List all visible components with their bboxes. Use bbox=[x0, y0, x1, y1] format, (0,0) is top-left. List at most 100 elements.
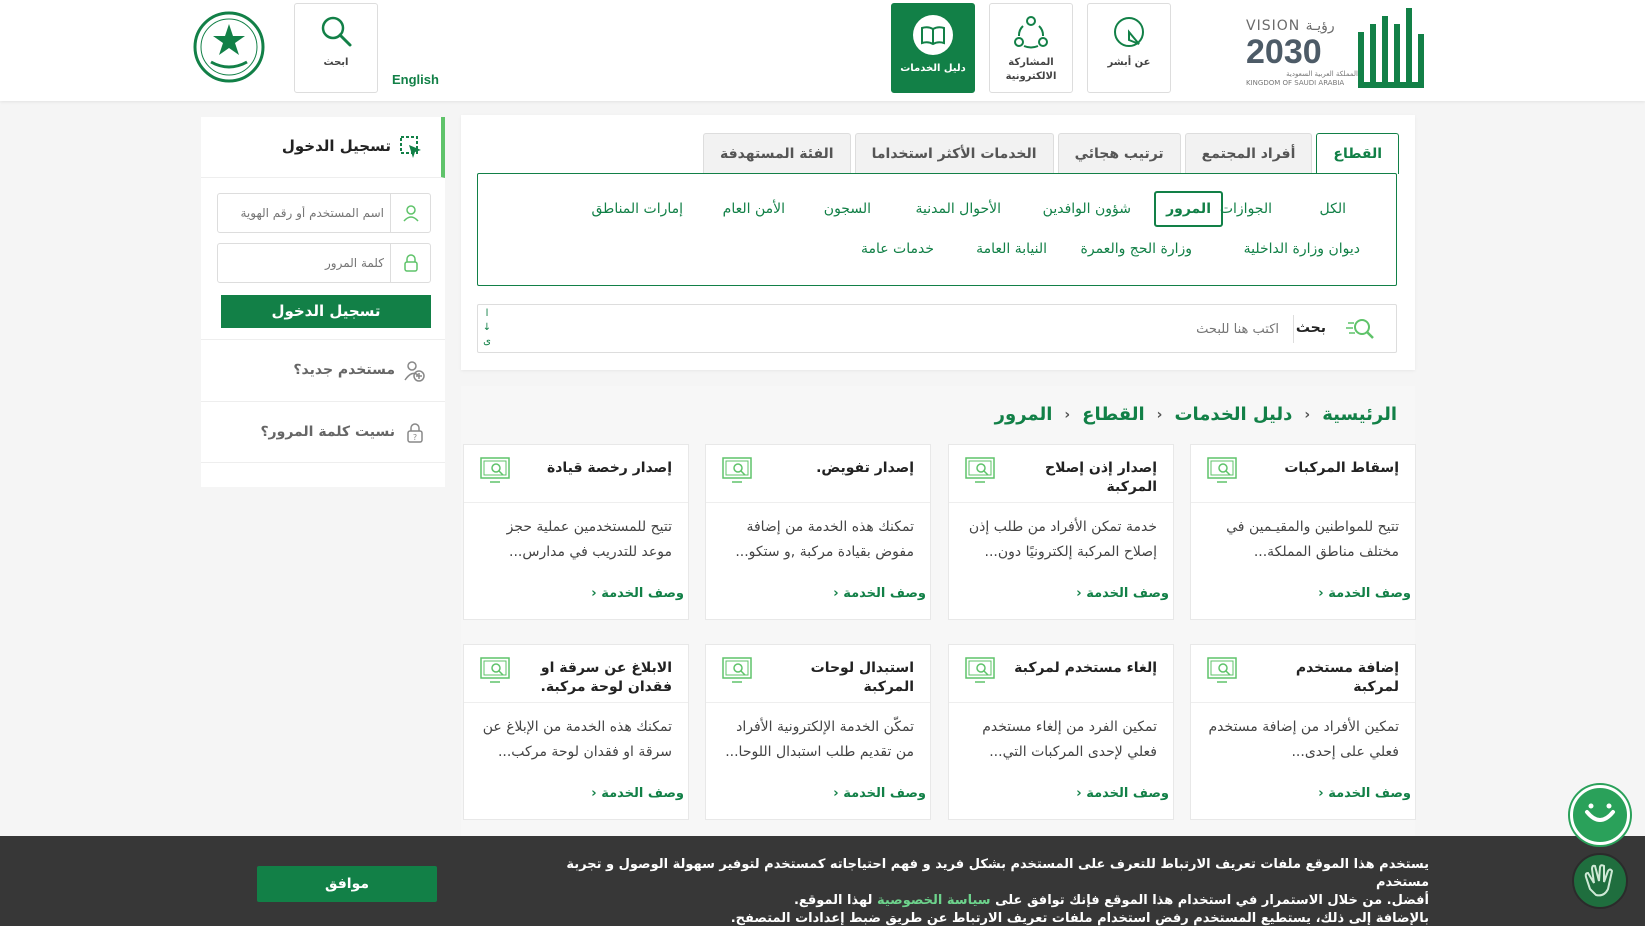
breadcrumb-home[interactable]: الرئيسية bbox=[1322, 404, 1397, 425]
absher-logo-icon[interactable] bbox=[1354, 4, 1429, 92]
service-description: تمكنك هذه الخدمة من إضافة مفوض بقيادة مر… bbox=[735, 519, 914, 560]
search-icon bbox=[1346, 319, 1374, 339]
tab-sector[interactable]: القطاع bbox=[1316, 133, 1399, 174]
sector-prosecution[interactable]: النيابة العامة bbox=[966, 231, 1057, 267]
nav-e-participation[interactable]: المشاركة الالكترونية bbox=[989, 3, 1073, 93]
add-user-icon bbox=[404, 361, 425, 382]
service-card[interactable]: استبدال لوحات المركبة تمكّن الخدمة الإلكت… bbox=[705, 644, 931, 820]
sector-prisons[interactable]: السجون bbox=[814, 191, 881, 227]
service-title: إصدار تفويض. bbox=[816, 460, 914, 476]
cookie-agree-button[interactable]: موافق bbox=[257, 866, 437, 902]
privacy-policy-link[interactable]: سياسة الخصوصية bbox=[877, 893, 991, 908]
service-details-link[interactable]: وصف الخدمة ‹ bbox=[1318, 586, 1411, 601]
username-input[interactable] bbox=[220, 194, 388, 232]
e-participation-icon bbox=[1014, 16, 1048, 49]
header: VISION رؤيـة 2030 المملكة العربية السعود… bbox=[0, 0, 1645, 101]
service-monitor-icon bbox=[965, 657, 995, 683]
password-field bbox=[217, 243, 431, 283]
nav-services-guide[interactable]: دليل الخدمات bbox=[891, 3, 975, 93]
service-description: تمكّن الخدمة الإلكترونية الأفراد من تقدي… bbox=[725, 719, 914, 760]
virtual-keyboard-toggle[interactable]: ا ↓ ى bbox=[482, 307, 492, 349]
service-card[interactable]: إلغاء مستخدم لمركبة تمكين الفرد من إلغاء … bbox=[948, 644, 1174, 820]
chatbot-face-icon bbox=[1585, 803, 1615, 822]
search-icon bbox=[321, 16, 352, 47]
sign-language-hand-icon bbox=[1584, 864, 1614, 897]
service-title: إسقاط المركبات bbox=[1284, 460, 1399, 476]
chat-assistant-button[interactable] bbox=[1570, 785, 1630, 845]
lock-icon bbox=[403, 254, 418, 272]
tab-alphabetical[interactable]: ترتيب هجائي bbox=[1057, 133, 1181, 173]
breadcrumb-sector[interactable]: القطاع bbox=[1082, 404, 1144, 425]
service-description: تتيح للمواطنين والمقيـمين في مختلف مناطق… bbox=[1226, 519, 1399, 560]
sector-general-services[interactable]: خدمات عامة bbox=[851, 231, 944, 267]
service-monitor-icon bbox=[480, 457, 510, 483]
filter-tabs: القطاع أفراد المجتمع ترتيب هجائي الخدمات… bbox=[699, 133, 1399, 174]
service-monitor-icon bbox=[1207, 657, 1237, 683]
search-label: بحث bbox=[1295, 320, 1326, 336]
login-panel: تسجيل الدخول تسجيل الدخول مستخدم جديد؟ ?… bbox=[201, 117, 445, 487]
service-description: تمكين الفرد من إلغاء مستخدم فعلي لإحدى ا… bbox=[982, 719, 1157, 760]
sector-civil-affairs[interactable]: الأحوال المدنية bbox=[906, 191, 1012, 227]
service-monitor-icon bbox=[722, 657, 752, 683]
service-details-link[interactable]: وصف الخدمة ‹ bbox=[591, 786, 684, 801]
service-details-link[interactable]: وصف الخدمة ‹ bbox=[833, 786, 926, 801]
sector-expatriates[interactable]: شؤون الوافدين bbox=[1033, 191, 1141, 227]
new-user-link[interactable]: مستخدم جديد؟ bbox=[201, 339, 445, 401]
service-details-link[interactable]: وصف الخدمة ‹ bbox=[1076, 586, 1169, 601]
service-card[interactable]: إصدار إذن إصلاح المركبة خدمة تمكن الأفراد… bbox=[948, 444, 1174, 620]
sign-language-button[interactable] bbox=[1572, 853, 1628, 909]
service-details-link[interactable]: وصف الخدمة ‹ bbox=[1076, 786, 1169, 801]
search-input[interactable] bbox=[504, 315, 1294, 343]
language-english-link[interactable]: English bbox=[392, 72, 439, 87]
sector-regions[interactable]: إمارات المناطق bbox=[582, 191, 694, 227]
tab-community[interactable]: أفراد المجتمع bbox=[1184, 133, 1313, 173]
service-title: إصدار رخصة قيادة bbox=[546, 460, 672, 476]
service-card[interactable]: إصدار رخصة قيادة تتيح للمستخدمين عملية حج… bbox=[463, 444, 689, 620]
service-monitor-icon bbox=[722, 457, 752, 483]
username-field bbox=[217, 193, 431, 233]
service-card[interactable]: إصدار تفويض. تمكنك هذه الخدمة من إضافة مف… bbox=[705, 444, 931, 620]
service-title: الابلاغ عن سرقة او فقدان لوحة مركبة. bbox=[540, 660, 672, 695]
sector-traffic[interactable]: المرور bbox=[1154, 191, 1223, 227]
service-card[interactable]: الابلاغ عن سرقة او فقدان لوحة مركبة. تمكن… bbox=[463, 644, 689, 820]
lock-question-icon: ? bbox=[407, 423, 423, 443]
password-input[interactable] bbox=[220, 244, 388, 282]
service-title: إلغاء مستخدم لمركبة bbox=[1014, 660, 1157, 676]
service-title: إصدار إذن إصلاح المركبة bbox=[1045, 460, 1157, 495]
service-title: إضافة مستخدم لمركبة bbox=[1295, 660, 1399, 695]
nav-about-absher[interactable]: عن أبشر bbox=[1087, 3, 1171, 93]
login-title: تسجيل الدخول bbox=[281, 137, 391, 155]
header-search-button[interactable]: ابحث bbox=[294, 3, 378, 93]
service-monitor-icon bbox=[965, 457, 995, 483]
service-description: تمكين الأفراد من إضافة مستخدم فعلي على إ… bbox=[1208, 719, 1399, 760]
service-description: خدمة تمكن الأفراد من طلب إذن إصلاح المرك… bbox=[968, 519, 1157, 560]
forgot-password-link[interactable]: ? نسيت كلمة المرور؟ bbox=[201, 401, 445, 463]
service-description: تتيح للمستخدمين عملية حجز موعد للتدريب ف… bbox=[506, 519, 672, 560]
service-card[interactable]: إسقاط المركبات تتيح للمواطنين والمقيـمين … bbox=[1190, 444, 1416, 620]
absher-info-icon bbox=[1114, 17, 1144, 47]
sector-public-security[interactable]: الأمن العام bbox=[713, 191, 795, 227]
login-header: تسجيل الدخول bbox=[201, 117, 445, 178]
service-description: تمكنك هذه الخدمة من الإبلاغ عن سرقة او ف… bbox=[482, 719, 672, 760]
login-cursor-icon bbox=[400, 136, 421, 158]
login-button[interactable]: تسجيل الدخول bbox=[221, 295, 431, 328]
breadcrumb-traffic: المرور bbox=[994, 404, 1053, 425]
service-card[interactable]: إضافة مستخدم لمركبة تمكين الأفراد من إضاف… bbox=[1190, 644, 1416, 820]
cookie-message: يستخدم هذا الموقع ملفات تعريف الارتباط ل… bbox=[566, 857, 1429, 926]
service-details-link[interactable]: وصف الخدمة ‹ bbox=[833, 586, 926, 601]
service-details-link[interactable]: وصف الخدمة ‹ bbox=[1318, 786, 1411, 801]
moi-emblem-icon bbox=[193, 11, 265, 83]
tab-target-group[interactable]: الفئة المستهدفة bbox=[703, 133, 851, 173]
service-details-link[interactable]: وصف الخدمة ‹ bbox=[591, 586, 684, 601]
breadcrumb: الرئيسية ‹ دليل الخدمات ‹ القطاع ‹ المرور bbox=[994, 404, 1397, 425]
service-monitor-icon bbox=[1207, 457, 1237, 483]
user-icon bbox=[402, 205, 419, 222]
sector-moi-diwan[interactable]: ديوان وزارة الداخلية bbox=[1234, 231, 1370, 267]
sector-hajj[interactable]: وزارة الحج والعمرة bbox=[1071, 231, 1202, 267]
service-monitor-icon bbox=[480, 657, 510, 683]
tab-most-used[interactable]: الخدمات الأكثر استخداما bbox=[854, 133, 1054, 173]
sector-all[interactable]: الكل bbox=[1310, 191, 1357, 227]
service-search-bar: بحث ا ↓ ى bbox=[477, 304, 1397, 353]
cookie-consent-bar: يستخدم هذا الموقع ملفات تعريف الارتباط ل… bbox=[0, 836, 1645, 926]
breadcrumb-services-guide[interactable]: دليل الخدمات bbox=[1174, 404, 1292, 425]
